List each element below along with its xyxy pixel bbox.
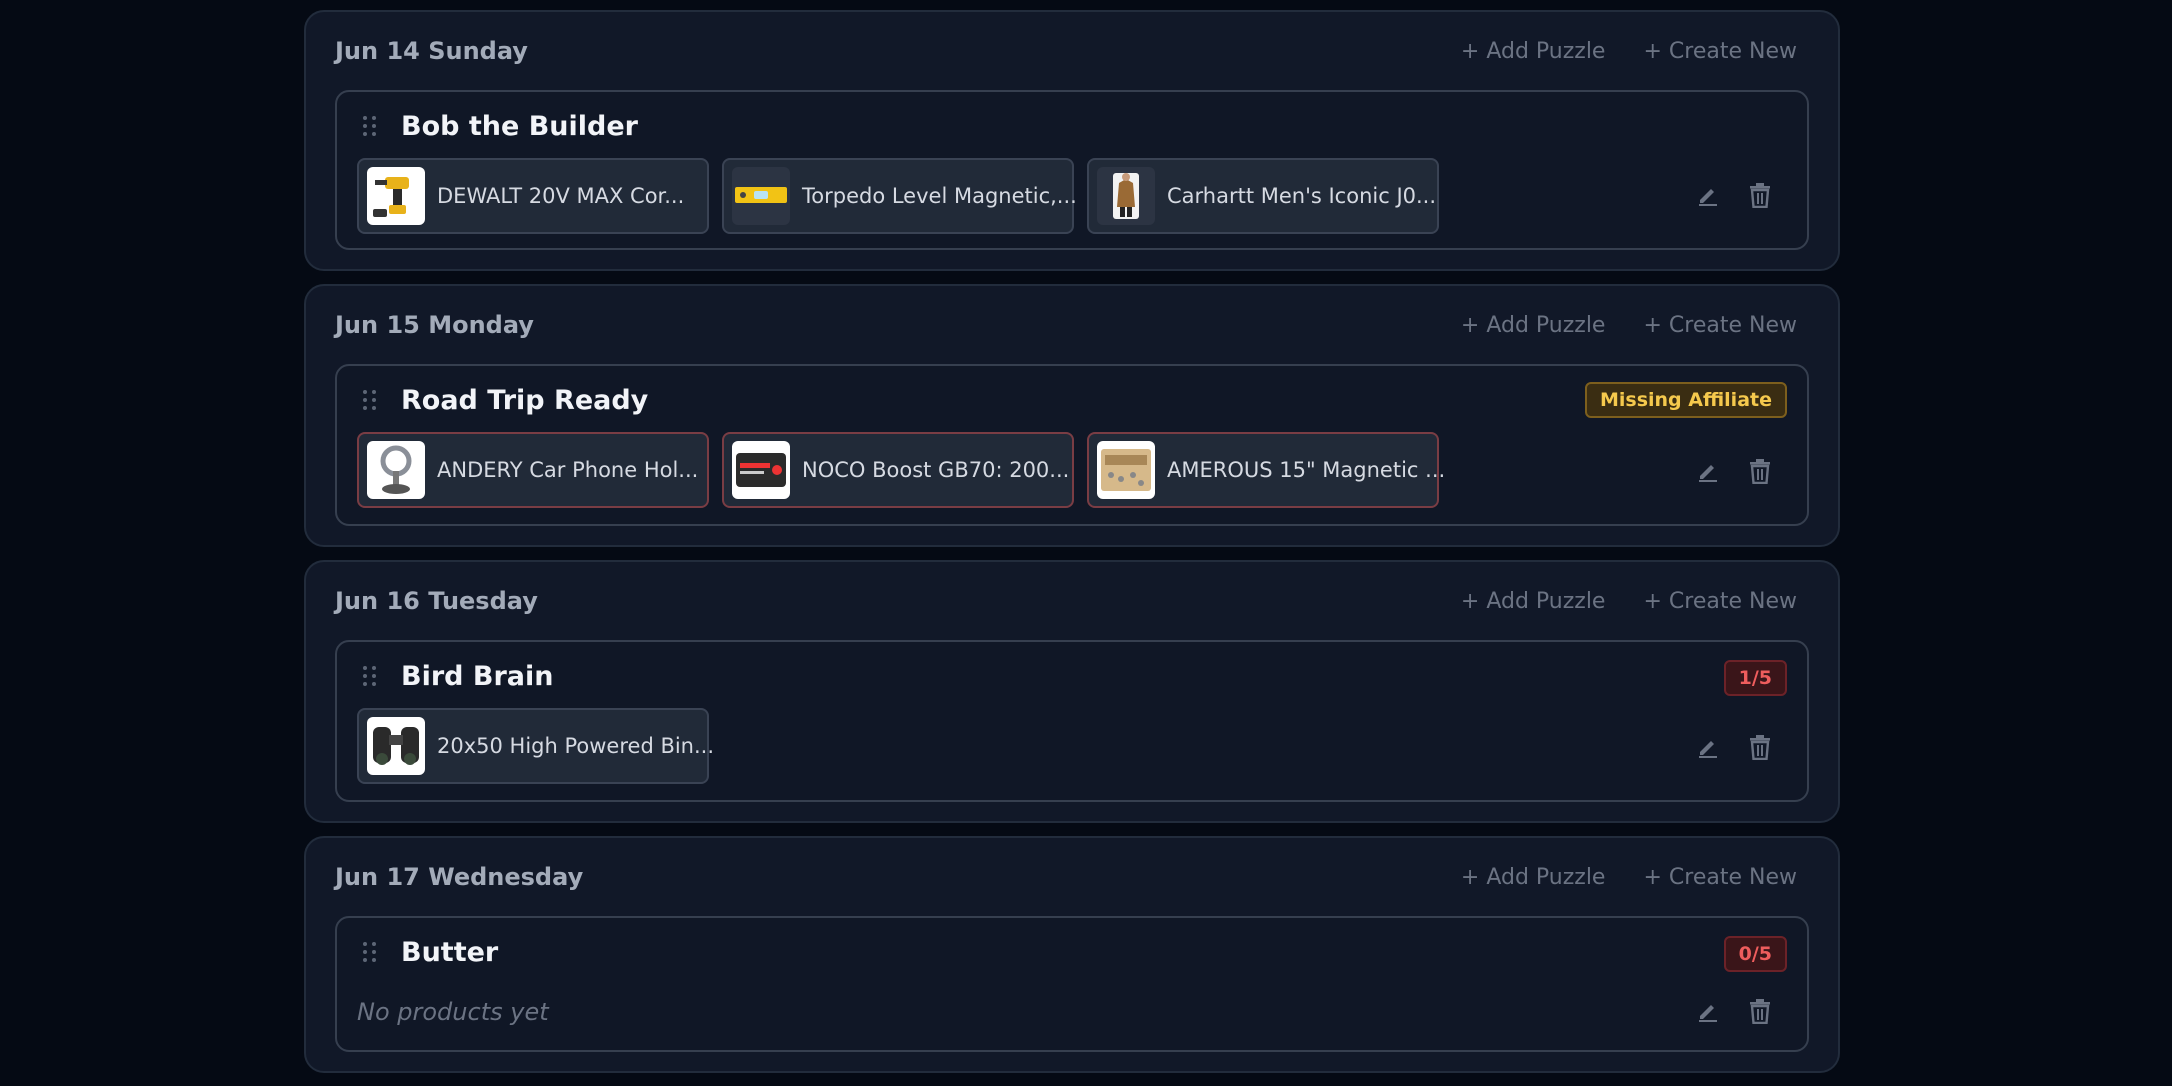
delete-icon[interactable] (1747, 734, 1773, 760)
product-label: DEWALT 20V MAX Cor... (437, 184, 685, 208)
products-row: 20x50 High Powered Bin... (357, 708, 1787, 784)
magnetic-tray-thumbnail (1097, 441, 1155, 499)
create-new-button[interactable]: + Create New (1643, 313, 1797, 338)
product-chip[interactable]: Carhartt Men's Iconic J0... (1087, 158, 1439, 234)
create-new-button[interactable]: + Create New (1643, 865, 1797, 890)
puzzle-header: Bob the Builder (357, 108, 1787, 144)
puzzle-actions (1695, 998, 1773, 1024)
product-label: Torpedo Level Magnetic,... (802, 184, 1077, 208)
product-chip[interactable]: 20x50 High Powered Bin... (357, 708, 714, 784)
edit-icon[interactable] (1695, 734, 1721, 760)
product-chip[interactable]: DEWALT 20V MAX Cor... (357, 158, 709, 234)
day-header: Jun 16 Tuesday + Add Puzzle + Create New (335, 562, 1809, 640)
day-title: Jun 15 Monday (335, 311, 534, 339)
day-card: Jun 14 Sunday + Add Puzzle + Create New … (304, 10, 1840, 271)
edit-icon[interactable] (1695, 998, 1721, 1024)
day-header: Jun 17 Wednesday + Add Puzzle + Create N… (335, 838, 1809, 916)
day-card: Jun 17 Wednesday + Add Puzzle + Create N… (304, 836, 1840, 1073)
delete-icon[interactable] (1747, 458, 1773, 484)
puzzle-actions (1695, 734, 1773, 760)
empty-products-text: No products yet (357, 998, 549, 1026)
day-title: Jun 16 Tuesday (335, 587, 538, 615)
binoculars-thumbnail (367, 717, 425, 775)
day-actions: + Add Puzzle + Create New (1461, 865, 1809, 890)
day-card: Jun 16 Tuesday + Add Puzzle + Create New… (304, 560, 1840, 823)
day-title: Jun 14 Sunday (335, 37, 528, 65)
day-header: Jun 15 Monday + Add Puzzle + Create New (335, 286, 1809, 364)
product-label: Carhartt Men's Iconic J0... (1167, 184, 1437, 208)
day-actions: + Add Puzzle + Create New (1461, 313, 1809, 338)
jump-starter-thumbnail (732, 441, 790, 499)
edit-icon[interactable] (1695, 182, 1721, 208)
product-label: AMEROUS 15" Magnetic ... (1167, 458, 1446, 482)
level-thumbnail (732, 167, 790, 225)
puzzle-actions (1695, 182, 1773, 208)
day-actions: + Add Puzzle + Create New (1461, 39, 1809, 64)
add-puzzle-button[interactable]: + Add Puzzle (1461, 39, 1606, 64)
puzzle-card: Road Trip Ready Missing Affiliate ANDERY… (335, 364, 1809, 526)
product-chip[interactable]: AMEROUS 15" Magnetic ... (1087, 432, 1445, 508)
product-chip[interactable]: NOCO Boost GB70: 200... (722, 432, 1074, 508)
products-row: DEWALT 20V MAX Cor... Torpedo Level Magn… (357, 158, 1787, 234)
product-chip[interactable]: ANDERY Car Phone Hol... (357, 432, 709, 508)
add-puzzle-button[interactable]: + Add Puzzle (1461, 313, 1606, 338)
puzzle-card: Bird Brain 1/5 20x50 High Powered Bin... (335, 640, 1809, 802)
puzzle-header: Butter (357, 934, 1787, 970)
add-puzzle-button[interactable]: + Add Puzzle (1461, 865, 1606, 890)
product-count-badge: 1/5 (1723, 660, 1787, 696)
create-new-button[interactable]: + Create New (1643, 589, 1797, 614)
puzzle-card: Butter 0/5 No products yet (335, 916, 1809, 1052)
create-new-button[interactable]: + Create New (1643, 39, 1797, 64)
product-count-badge: 0/5 (1723, 936, 1787, 972)
edit-icon[interactable] (1695, 458, 1721, 484)
product-chip[interactable]: Torpedo Level Magnetic,... (722, 158, 1077, 234)
product-label: 20x50 High Powered Bin... (437, 734, 715, 758)
puzzle-actions (1695, 458, 1773, 484)
product-label: ANDERY Car Phone Hol... (437, 458, 699, 482)
schedule-list: Jun 14 Sunday + Add Puzzle + Create New … (304, 10, 1840, 1086)
puzzle-name: Bob the Builder (401, 110, 638, 142)
puzzle-header: Bird Brain (357, 658, 1787, 694)
day-actions: + Add Puzzle + Create New (1461, 589, 1809, 614)
day-title: Jun 17 Wednesday (335, 863, 584, 891)
delete-icon[interactable] (1747, 182, 1773, 208)
puzzle-name: Bird Brain (401, 660, 554, 692)
drag-handle-icon[interactable] (357, 116, 381, 136)
product-label: NOCO Boost GB70: 200... (802, 458, 1070, 482)
add-puzzle-button[interactable]: + Add Puzzle (1461, 589, 1606, 614)
drag-handle-icon[interactable] (357, 942, 381, 962)
phone-holder-thumbnail (367, 441, 425, 499)
day-header: Jun 14 Sunday + Add Puzzle + Create New (335, 12, 1809, 90)
missing-affiliate-badge: Missing Affiliate (1584, 382, 1787, 418)
drag-handle-icon[interactable] (357, 666, 381, 686)
puzzle-header: Road Trip Ready (357, 382, 1787, 418)
puzzle-name: Butter (401, 936, 499, 968)
day-card: Jun 15 Monday + Add Puzzle + Create New … (304, 284, 1840, 547)
jacket-thumbnail (1097, 167, 1155, 225)
delete-icon[interactable] (1747, 998, 1773, 1024)
products-row: ANDERY Car Phone Hol... NOCO Boost GB70:… (357, 432, 1787, 508)
drag-handle-icon[interactable] (357, 390, 381, 410)
drill-thumbnail (367, 167, 425, 225)
puzzle-card: Bob the Builder DEWALT 20V MAX Cor... To… (335, 90, 1809, 250)
puzzle-name: Road Trip Ready (401, 384, 649, 416)
